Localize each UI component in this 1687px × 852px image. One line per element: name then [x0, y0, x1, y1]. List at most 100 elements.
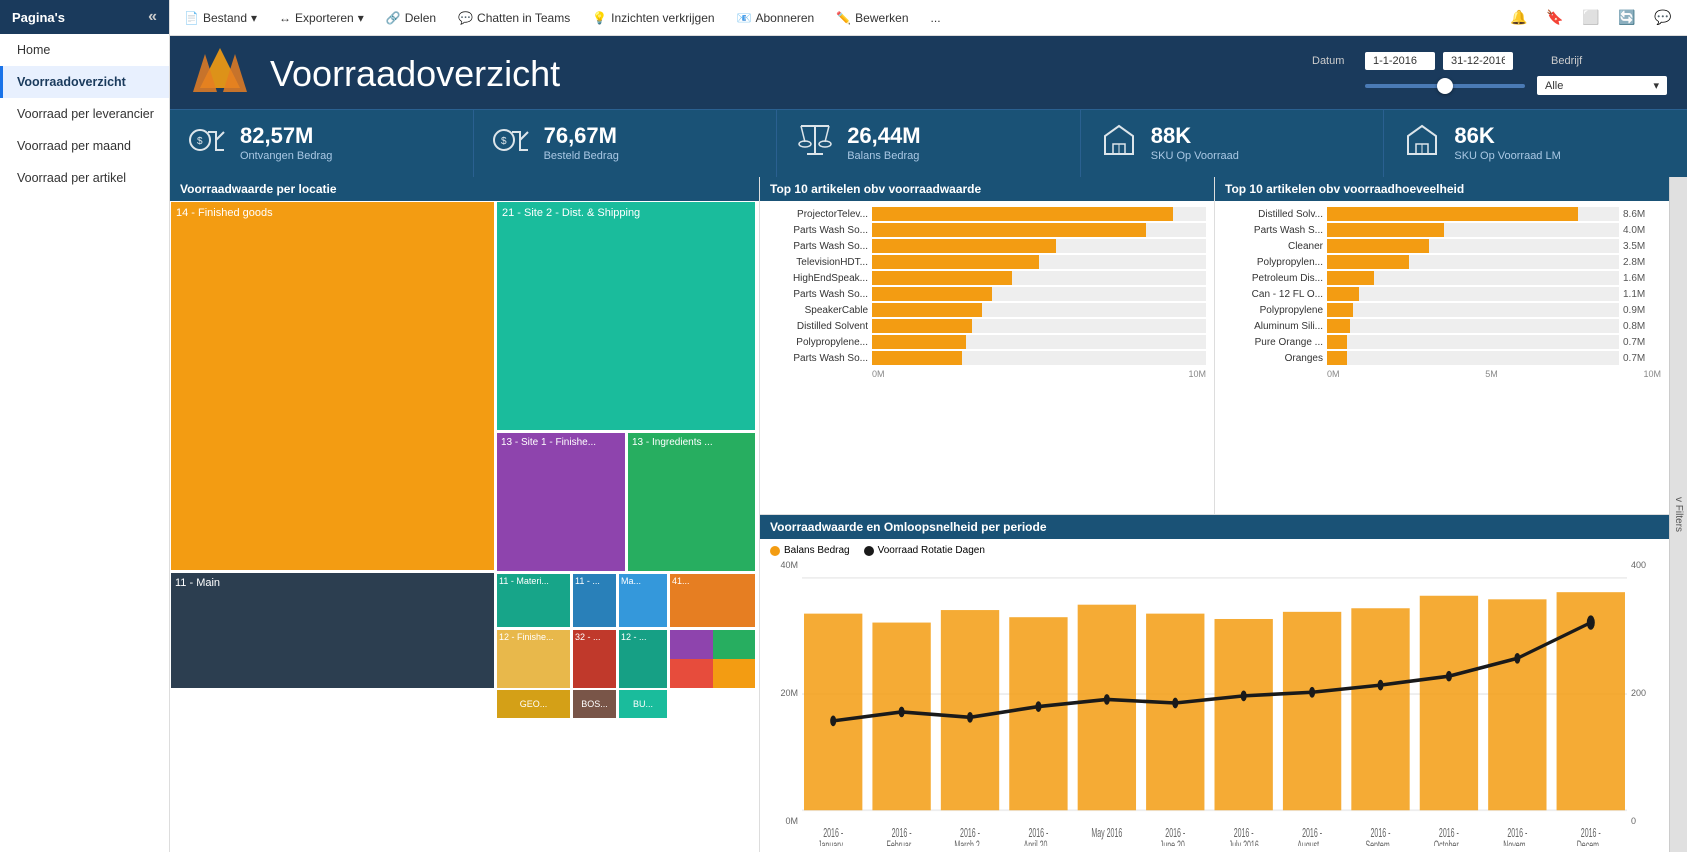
export-icon: ↔ — [279, 11, 291, 25]
qty-bar-fill-5 — [1327, 287, 1359, 301]
kpi-besteld-label: Besteld Bedrag — [544, 150, 619, 162]
svg-text:$: $ — [501, 136, 507, 147]
date-to-input[interactable] — [1443, 52, 1513, 70]
teams-icon: 💬 — [458, 11, 473, 25]
treemap-cell-11main[interactable]: 11 - Main — [170, 572, 495, 689]
kpi-balans-value: 26,44M — [847, 125, 920, 147]
treemap-cell-32[interactable]: 32 - ... — [572, 629, 617, 689]
bar-fill-4 — [872, 271, 1012, 285]
bar-fill-2 — [872, 239, 1056, 253]
select-chevron-icon: ▾ — [1653, 79, 1659, 92]
qty-bar-track-2 — [1327, 239, 1619, 253]
bottom-chart-panel: Voorraadwaarde en Omloopsnelheid per per… — [760, 515, 1669, 852]
svg-text:Novem...: Novem... — [1503, 840, 1531, 846]
top10-value-axis: 0M10M — [768, 367, 1206, 379]
treemap-cell-geo[interactable]: GEO... — [496, 689, 571, 719]
treemap-cell-12fin[interactable]: 12 - Finishe... — [496, 629, 571, 689]
sidebar-item-artikel[interactable]: Voorraad per artikel — [0, 162, 169, 194]
treemap-cell-41[interactable]: 41... — [669, 573, 756, 628]
top10-qty-title: Top 10 artikelen obv voorraadhoeveelheid — [1215, 177, 1669, 201]
notification-icon[interactable]: 🔔 — [1505, 4, 1533, 32]
sidebar-item-leverancier[interactable]: Voorraad per leverancier — [0, 98, 169, 130]
treemap-cell-ma[interactable]: Ma... — [618, 573, 668, 628]
slider-thumb[interactable] — [1437, 78, 1453, 94]
treemap-cell-11b[interactable]: 11 - ... — [572, 573, 617, 628]
qty-bar-track-4 — [1327, 271, 1619, 285]
kpi-balans-data: 26,44M Balans Bedrag — [847, 125, 920, 162]
comment-icon[interactable]: 💬 — [1649, 4, 1677, 32]
svg-text:January...: January... — [818, 840, 848, 846]
date-slider[interactable] — [1365, 84, 1525, 88]
treemap-cell-13ing[interactable]: 13 - Ingredients ... — [627, 432, 756, 572]
sidebar-item-maand[interactable]: Voorraad per maand — [0, 130, 169, 162]
treemap-label-bu: BU... — [633, 699, 653, 709]
svg-text:March 2...: March 2... — [954, 840, 985, 846]
datum-filter-row: Datum Bedrijf — [1312, 52, 1667, 70]
qty-bar-fill-9 — [1327, 351, 1347, 365]
sidebar-item-home[interactable]: Home — [0, 34, 169, 66]
kpi-sku-lm-data: 86K SKU Op Voorraad LM — [1454, 125, 1560, 162]
refresh-icon[interactable]: 🔄 — [1613, 4, 1641, 32]
kpi-sku-lm: 86K SKU Op Voorraad LM — [1384, 110, 1687, 177]
treemap-micro-2 — [713, 630, 756, 659]
bar-row-9: Parts Wash So... — [768, 351, 1206, 365]
treemap-cell-bos[interactable]: BOS... — [572, 689, 617, 719]
svg-text:$: $ — [197, 136, 203, 147]
bar-fill-0 — [872, 207, 1173, 221]
toolbar-bewerken[interactable]: ✏️ Bewerken — [832, 9, 912, 27]
bar-row-5: Parts Wash So... — [768, 287, 1206, 301]
svg-text:June 20...: June 20... — [1160, 840, 1191, 846]
treemap-label-21: 21 - Site 2 - Dist. & Shipping — [497, 202, 755, 224]
treemap-cell-12b[interactable]: 12 - ... — [618, 629, 668, 689]
toolbar-more[interactable]: ... — [927, 9, 945, 27]
company-logo — [190, 46, 250, 101]
view-icon[interactable]: ⬜ — [1577, 4, 1605, 32]
toolbar-teams[interactable]: 💬 Chatten in Teams — [454, 9, 574, 27]
bar-fill-5 — [872, 287, 992, 301]
bar-row-8: Polypropylene... — [768, 335, 1206, 349]
qty-bar-row-6: Polypropylene0.9M — [1223, 303, 1661, 317]
treemap-micro-4 — [713, 659, 756, 688]
toolbar-abonneren[interactable]: 📧 Abonneren — [733, 9, 819, 27]
bar-track-1 — [872, 223, 1206, 237]
kpi-ontvangen: $ 82,57M Ontvangen Bedrag — [170, 110, 474, 177]
charts-container: Voorraadwaarde per locatie 14 - Finished… — [170, 177, 1687, 852]
bedrijf-select[interactable]: Alle ▾ — [1537, 76, 1667, 95]
bookmark-icon[interactable]: 🔖 — [1541, 4, 1569, 32]
toolbar-exporteren[interactable]: ↔ Exporteren ▾ — [275, 9, 368, 27]
filters-panel[interactable]: v Filters — [1669, 177, 1687, 852]
sidebar-item-voorraadoverzicht[interactable]: Voorraadoverzicht — [0, 66, 169, 98]
toolbar-delen[interactable]: 🔗 Delen — [382, 9, 440, 27]
treemap-cell-bu[interactable]: BU... — [618, 689, 668, 719]
sidebar-collapse-button[interactable]: « — [148, 8, 157, 26]
qty-bar-fill-3 — [1327, 255, 1409, 269]
toolbar-inzichten[interactable]: 💡 Inzichten verkrijgen — [588, 9, 718, 27]
treemap-cell-mixed[interactable] — [669, 629, 756, 689]
chevron-down-icon-export: ▾ — [358, 11, 364, 25]
treemap-cell-13s1[interactable]: 13 - Site 1 - Finishe... — [496, 432, 626, 572]
topbar-right-icons: 🔔 🔖 ⬜ 🔄 💬 — [1505, 4, 1677, 32]
qty-bar-track-9 — [1327, 351, 1619, 365]
dashboard-title: Voorraadoverzicht — [270, 53, 1292, 95]
toolbar-bestand[interactable]: 📄 Bestand ▾ — [180, 9, 261, 27]
bar-row-4: HighEndSpeak... — [768, 271, 1206, 285]
qty-bar-fill-1 — [1327, 223, 1444, 237]
bar-row-7: Distilled Solvent — [768, 319, 1206, 333]
date-from-input[interactable] — [1365, 52, 1435, 70]
datum-label: Datum — [1312, 55, 1357, 67]
legend-rotatie: Voorraad Rotatie Dagen — [864, 545, 985, 556]
qty-bar-row-8: Pure Orange ...0.7M — [1223, 335, 1661, 349]
bar-track-6 — [872, 303, 1206, 317]
svg-text:May 2016: May 2016 — [1091, 827, 1122, 841]
treemap-cell-14fg[interactable]: 14 - Finished goods — [170, 201, 495, 571]
file-icon: 📄 — [184, 11, 199, 25]
bar-fill-6 — [872, 303, 982, 317]
y-axis-right: 400 200 0 — [1627, 560, 1659, 846]
svg-text:Decem...: Decem... — [1577, 840, 1605, 846]
treemap-cell-11mat[interactable]: 11 - Materi... — [496, 573, 571, 628]
qty-bar-row-1: Parts Wash S...4.0M — [1223, 223, 1661, 237]
bar-fill-1 — [872, 223, 1146, 237]
top10-value-title: Top 10 artikelen obv voorraadwaarde — [760, 177, 1214, 201]
treemap-cell-21[interactable]: 21 - Site 2 - Dist. & Shipping — [496, 201, 756, 431]
bar-fill-3 — [872, 255, 1039, 269]
